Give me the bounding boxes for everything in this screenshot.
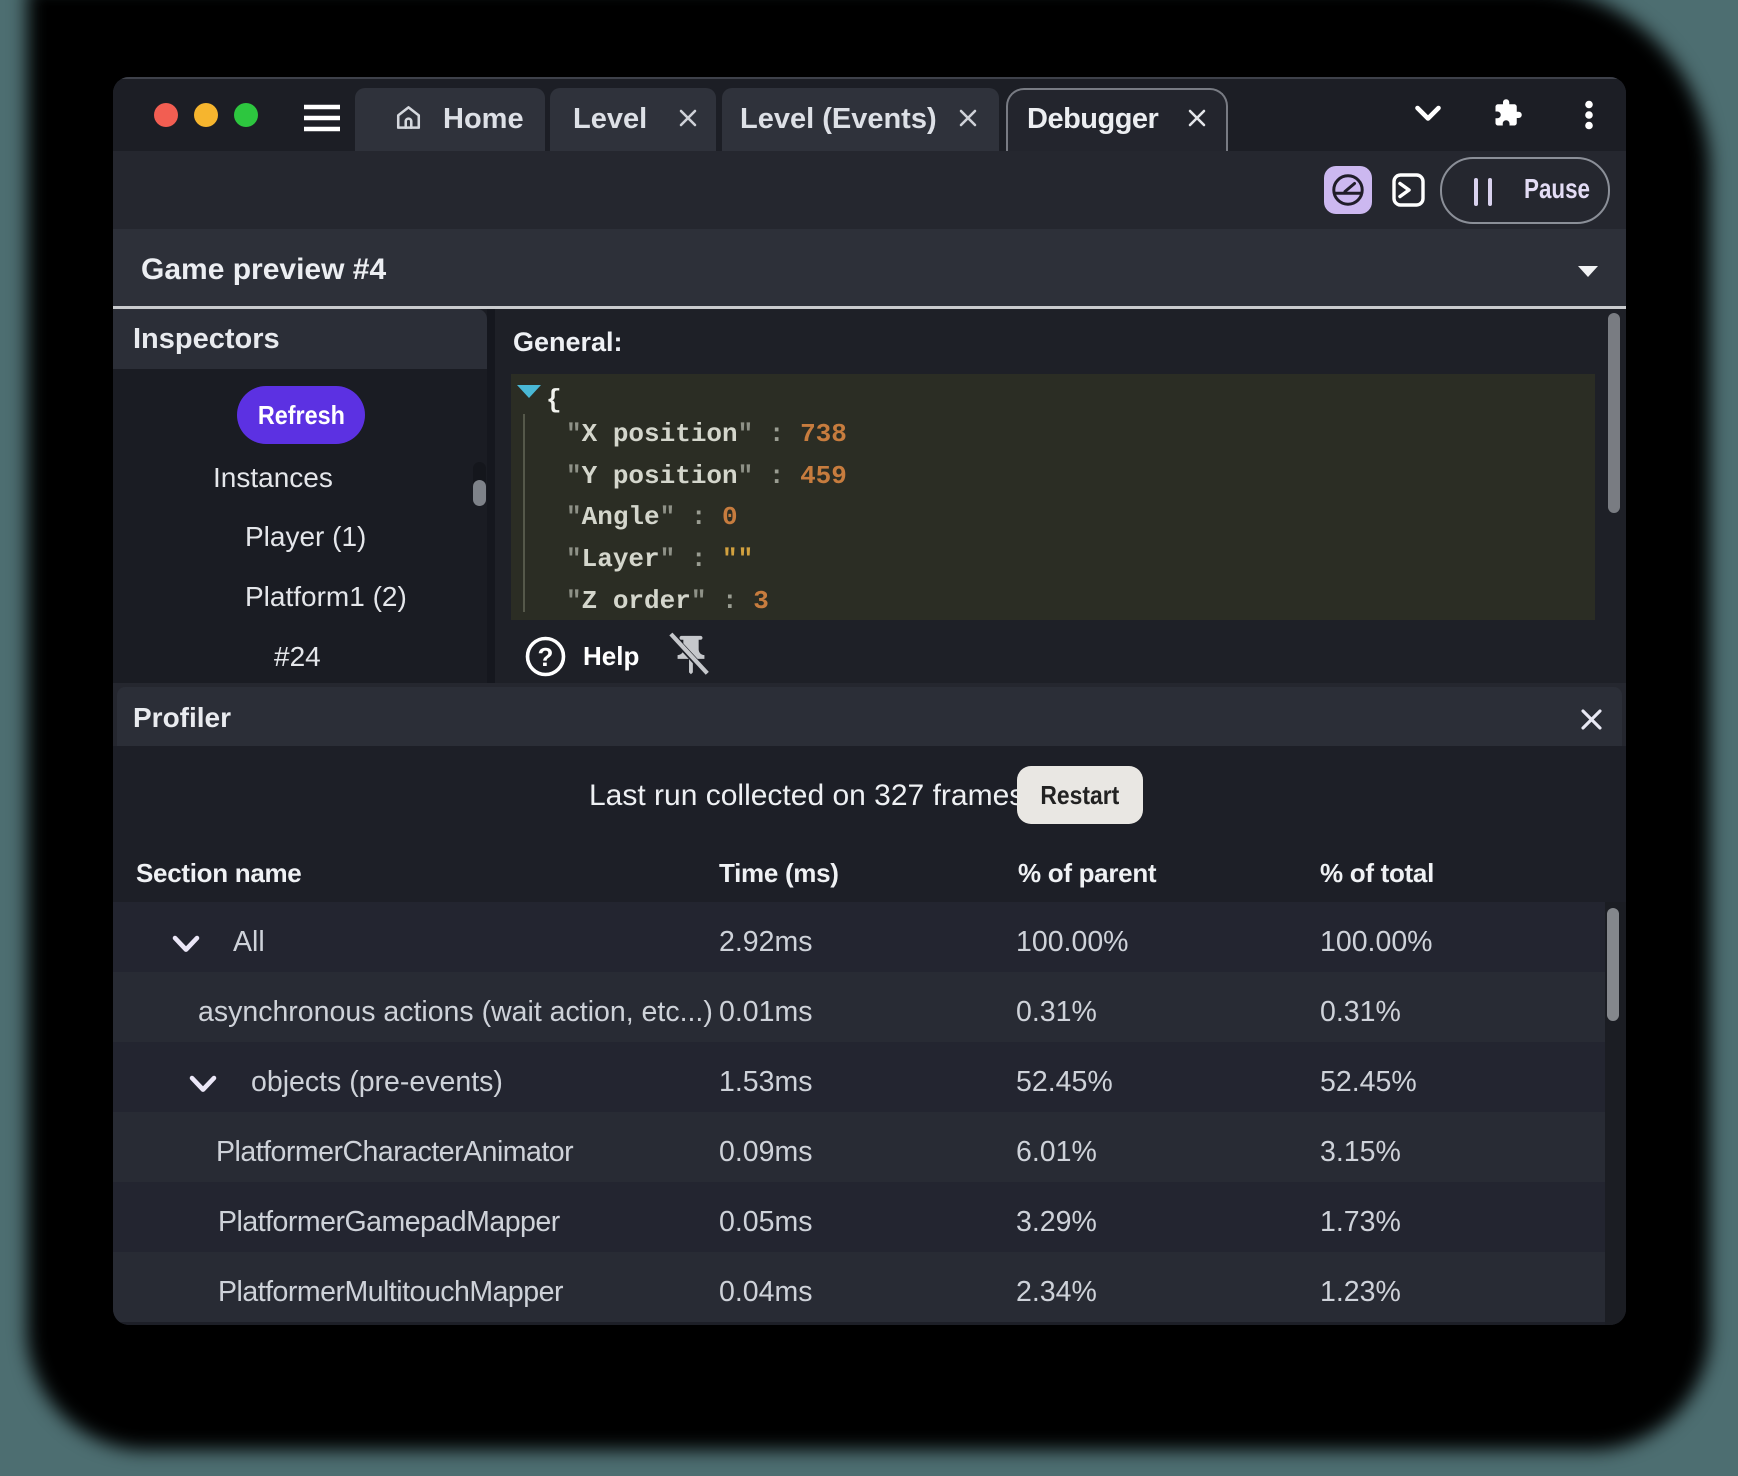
svg-text:?: ? [538,642,554,672]
